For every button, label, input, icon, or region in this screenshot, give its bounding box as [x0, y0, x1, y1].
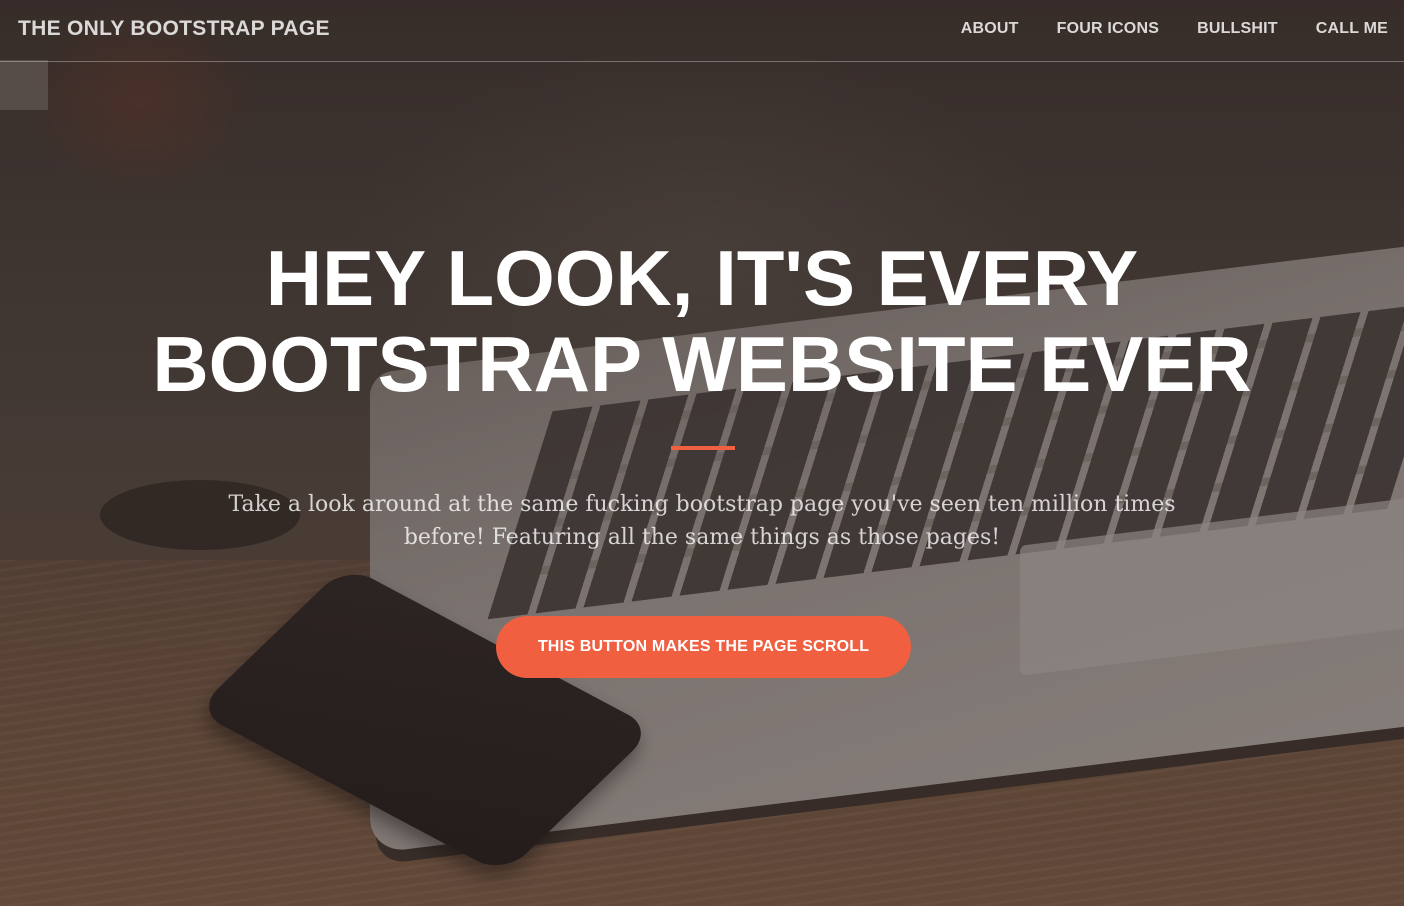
nav-link-about[interactable]: ABOUT	[961, 20, 1019, 38]
hero-divider	[671, 446, 735, 450]
hero-text-line-1: Take a look around at the same fucking b…	[228, 492, 1176, 517]
page: THE ONLY BOOTSTRAP PAGE ABOUT FOUR ICONS…	[0, 0, 1404, 906]
hero-title-line-2: BOOTSTRAP WEBSITE EVER	[152, 320, 1252, 408]
hero-title: HEY LOOK, IT'S EVERY BOOTSTRAP WEBSITE E…	[0, 235, 1404, 407]
hero-text: Take a look around at the same fucking b…	[200, 488, 1204, 554]
background-overlay	[0, 0, 1404, 906]
nav-links: ABOUT FOUR ICONS BULLSHIT CALL ME	[961, 20, 1388, 38]
hero-title-line-1: HEY LOOK, IT'S EVERY	[265, 234, 1139, 322]
brand-link[interactable]: THE ONLY BOOTSTRAP PAGE	[18, 17, 330, 41]
nav-link-call-me[interactable]: CALL ME	[1316, 20, 1388, 38]
nav-link-four-icons[interactable]: FOUR ICONS	[1057, 20, 1159, 38]
hero-text-line-2: before! Featuring all the same things as…	[403, 525, 1001, 550]
navbar: THE ONLY BOOTSTRAP PAGE ABOUT FOUR ICONS…	[0, 0, 1404, 62]
scroll-button[interactable]: THIS BUTTON MAKES THE PAGE SCROLL	[496, 616, 911, 678]
nav-link-bullshit[interactable]: BULLSHIT	[1197, 20, 1278, 38]
